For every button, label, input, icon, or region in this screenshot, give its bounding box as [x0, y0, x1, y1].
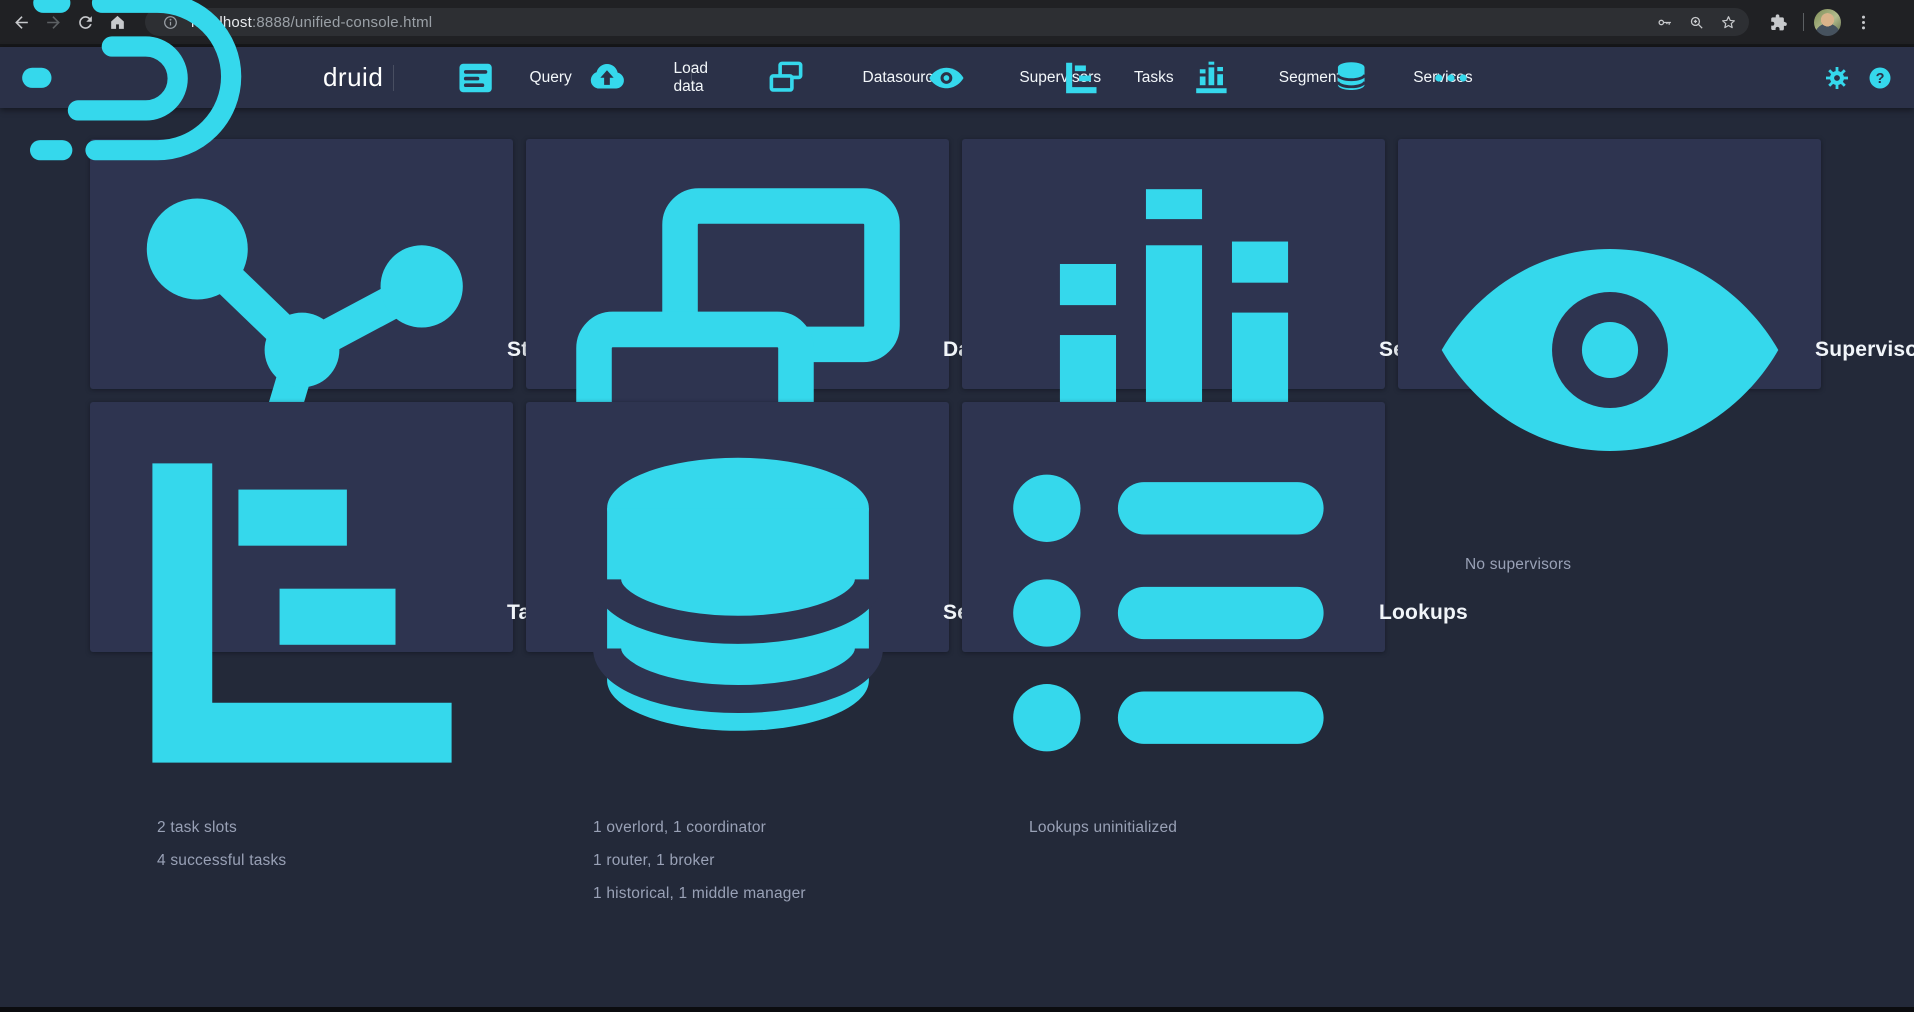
- password-manager-icon[interactable]: [1651, 9, 1677, 35]
- card-lookups[interactable]: LookupsLookups uninitialized: [962, 402, 1385, 652]
- nav-item-segments[interactable]: Segments: [1142, 59, 1281, 97]
- card-datasources[interactable]: Datasources1 datasource: [526, 139, 949, 389]
- card-line: 2 task slots: [157, 811, 489, 844]
- zoom-icon[interactable]: [1683, 9, 1709, 35]
- help-icon: ?: [1868, 66, 1892, 90]
- card-line: No supervisors: [1465, 548, 1797, 581]
- eye-icon: [882, 59, 1011, 97]
- card-title: Supervisors: [1815, 338, 1914, 362]
- more-icon: [1432, 59, 1470, 97]
- browser-menu-button[interactable]: [1848, 7, 1878, 37]
- gantt-icon: [115, 426, 489, 800]
- nav-item-load-data[interactable]: Load data: [538, 59, 676, 97]
- upload-icon: [549, 59, 665, 97]
- settings-button[interactable]: [1825, 66, 1849, 90]
- card-supervisors[interactable]: SupervisorsNo supervisors: [1398, 139, 1821, 389]
- card-header: Services: [551, 426, 925, 800]
- nav-item-datasources[interactable]: Datasources: [708, 59, 864, 97]
- card-title: Lookups: [1379, 601, 1468, 625]
- nav-item-tasks[interactable]: Tasks: [1027, 59, 1136, 97]
- card-header: Supervisors: [1423, 163, 1797, 537]
- druid-brand[interactable]: druid: [14, 0, 383, 175]
- db-icon: [1298, 59, 1404, 97]
- kebab-menu-icon: [1854, 13, 1873, 32]
- card-header: Lookups: [987, 426, 1361, 800]
- navbar-right-controls: ?: [1825, 66, 1892, 90]
- card-header: Tasks: [115, 426, 489, 800]
- nav-item-query[interactable]: Query: [420, 59, 531, 97]
- card-line: 4 successful tasks: [157, 844, 489, 877]
- window-edge: [0, 1007, 1914, 1012]
- query-icon: [431, 59, 520, 97]
- druid-logo-icon: [14, 0, 314, 175]
- nav-item-supervisors[interactable]: Supervisors: [871, 59, 1022, 97]
- help-button[interactable]: ?: [1868, 66, 1892, 90]
- card-line: Lookups uninitialized: [1029, 811, 1361, 844]
- navbar-items: QueryLoad data DatasourcesSupervisorsTask…: [420, 47, 1481, 108]
- card-body: 2 task slots4 successful tasks: [157, 811, 489, 877]
- card-tasks[interactable]: Tasks2 task slots4 successful tasks: [90, 402, 513, 652]
- card-body: Lookups uninitialized: [1029, 811, 1361, 844]
- nav-item-more[interactable]: [1421, 59, 1481, 97]
- svg-text:?: ?: [1876, 71, 1885, 87]
- datasources-icon: [719, 59, 853, 97]
- eye-icon: [1423, 163, 1797, 537]
- cards-grid: StatusApache Druid is running version 30…: [90, 139, 1821, 652]
- navbar-separator: [691, 65, 692, 91]
- home-view: StatusApache Druid is running version 30…: [0, 108, 1914, 1007]
- nav-item-services[interactable]: Services: [1287, 59, 1415, 97]
- toolbar-separator: [1803, 13, 1804, 31]
- druid-navbar: druid QueryLoad data DatasourcesSuperviso…: [0, 47, 1914, 108]
- card-status[interactable]: StatusApache Druid is running version 30…: [90, 139, 513, 389]
- address-bar[interactable]: localhost:8888/unified-console.html: [145, 8, 1749, 36]
- gear-icon: [1825, 66, 1849, 90]
- card-body: No supervisors: [1465, 548, 1797, 581]
- card-services[interactable]: Services1 overlord, 1 coordinator1 route…: [526, 402, 949, 652]
- properties-icon: [987, 426, 1361, 800]
- extensions-button[interactable]: [1763, 7, 1793, 37]
- card-segments[interactable]: Segments1 active segment1 segment cached…: [962, 139, 1385, 389]
- card-line: 1 router, 1 broker: [593, 844, 925, 877]
- card-line: 1 historical, 1 middle manager: [593, 877, 925, 910]
- card-body: 1 overlord, 1 coordinator1 router, 1 bro…: [593, 811, 925, 910]
- brand-text: druid: [323, 62, 383, 93]
- puzzle-icon: [1769, 13, 1788, 32]
- bookmark-star-icon[interactable]: [1715, 9, 1741, 35]
- card-line: 1 overlord, 1 coordinator: [593, 811, 925, 844]
- browser-window: localhost:8888/unified-console.html drui…: [0, 0, 1914, 1012]
- profile-avatar[interactable]: [1814, 9, 1841, 36]
- db-icon: [551, 426, 925, 800]
- segments-icon: [1153, 59, 1270, 97]
- navbar-separator: [393, 65, 394, 91]
- gantt-icon: [1038, 59, 1125, 97]
